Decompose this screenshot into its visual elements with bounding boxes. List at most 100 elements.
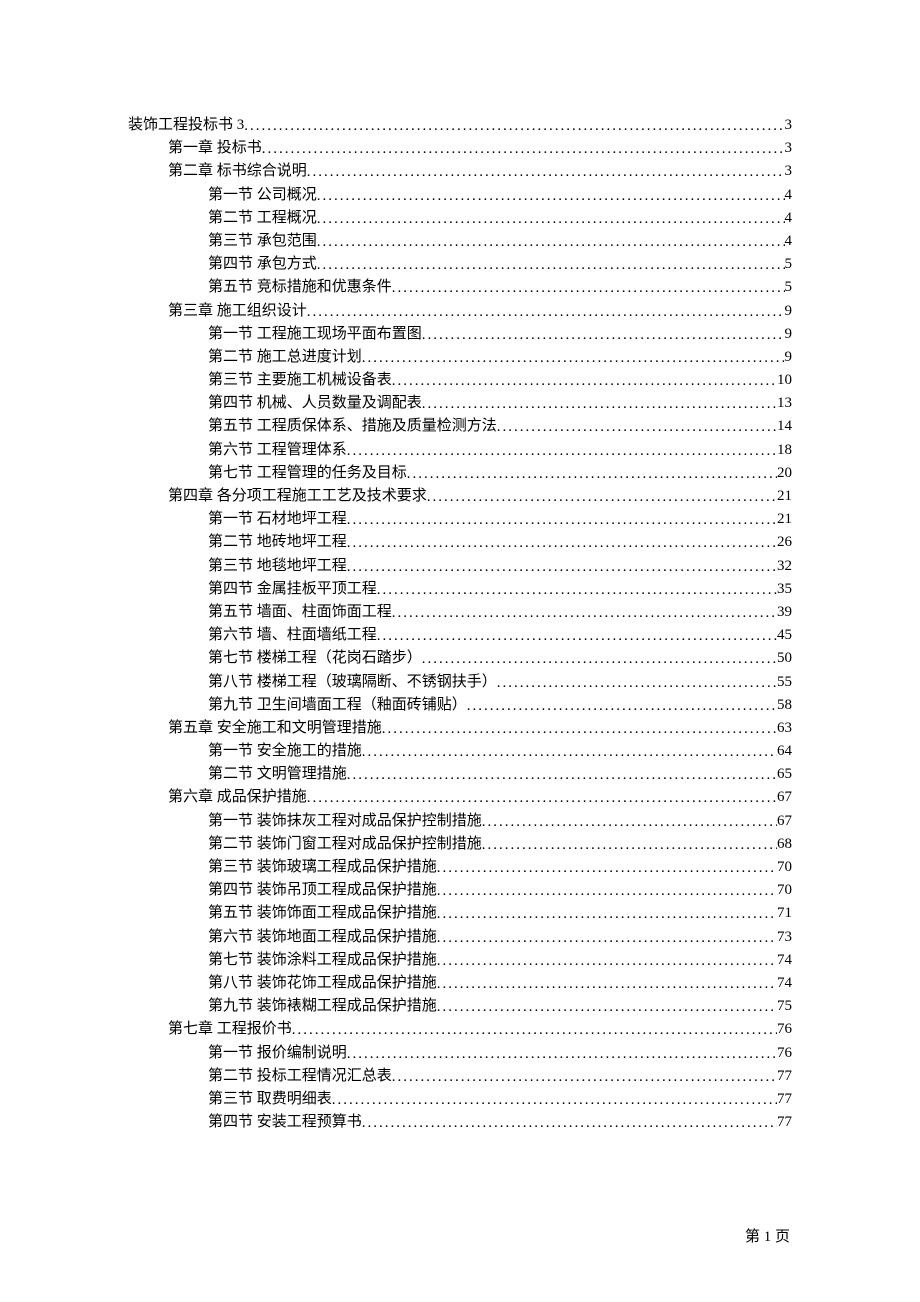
toc-label: 第六节 工程管理体系 bbox=[208, 443, 347, 458]
toc-row: 第七节 工程管理的任务及目标20 bbox=[128, 466, 792, 481]
toc-row: 第一节 公司概况4 bbox=[128, 188, 792, 203]
toc-leader-dots bbox=[377, 629, 777, 644]
toc-row: 第三节 主要施工机械设备表 10 bbox=[128, 373, 792, 388]
toc-label: 第四节 装饰吊顶工程成品保护措施 bbox=[208, 883, 437, 898]
toc-row: 第六节 墙、柱面墙纸工程45 bbox=[128, 628, 792, 643]
toc-row: 第五节 装饰饰面工程成品保护措施71 bbox=[128, 906, 792, 921]
toc-leader-dots bbox=[482, 838, 777, 853]
toc-row: 第三节 地毯地坪工程 32 bbox=[128, 559, 792, 574]
toc-label: 第二节 装饰门窗工程对成品保护控制措施 bbox=[208, 837, 482, 852]
table-of-contents: 装饰工程投标书 33第一章 投标书3第二章 标书综合说明3第一节 公司概况4第二… bbox=[128, 118, 792, 1130]
toc-row: 第四章 各分项工程施工工艺及技术要求21 bbox=[128, 489, 792, 504]
toc-row: 第六节 工程管理体系 18 bbox=[128, 443, 792, 458]
toc-page-number: 68 bbox=[777, 837, 792, 852]
toc-page-number: 77 bbox=[777, 1115, 792, 1130]
toc-row: 第七章 工程报价书76 bbox=[128, 1022, 792, 1037]
toc-page-number: 32 bbox=[777, 559, 792, 574]
toc-label: 第八节 楼梯工程（玻璃隔断、不锈钢扶手） bbox=[208, 675, 497, 690]
toc-label: 装饰工程投标书 3 bbox=[128, 118, 244, 133]
toc-label: 第六节 墙、柱面墙纸工程 bbox=[208, 628, 377, 643]
toc-page-number: 4 bbox=[785, 211, 793, 226]
toc-leader-dots bbox=[307, 305, 785, 320]
toc-row: 第一章 投标书3 bbox=[128, 141, 792, 156]
toc-label: 第六章 成品保护措施 bbox=[168, 790, 307, 805]
toc-label: 第二节 文明管理措施 bbox=[208, 767, 347, 782]
toc-page-number: 64 bbox=[777, 744, 792, 759]
toc-label: 第四节 金属挂板平顶工程 bbox=[208, 582, 377, 597]
toc-leader-dots bbox=[347, 768, 777, 783]
toc-row: 第六章 成品保护措施67 bbox=[128, 790, 792, 805]
toc-label: 第七节 楼梯工程（花岗石踏步） bbox=[208, 651, 422, 666]
toc-row: 第一节 工程施工现场平面布置图9 bbox=[128, 327, 792, 342]
toc-label: 第三节 地毯地坪工程 bbox=[208, 559, 347, 574]
toc-page-number: 13 bbox=[777, 396, 792, 411]
toc-leader-dots bbox=[347, 513, 777, 528]
toc-row: 第八节 楼梯工程（玻璃隔断、不锈钢扶手） 55 bbox=[128, 675, 792, 690]
toc-label: 第五章 安全施工和文明管理措施 bbox=[168, 721, 382, 736]
toc-label: 第一节 石材地坪工程 bbox=[208, 512, 347, 527]
toc-leader-dots bbox=[347, 560, 777, 575]
toc-page-number: 9 bbox=[785, 350, 793, 365]
toc-page-number: 70 bbox=[777, 860, 792, 875]
toc-leader-dots bbox=[437, 884, 777, 899]
toc-row: 第三节 取费明细表 77 bbox=[128, 1092, 792, 1107]
toc-row: 第五节 竞标措施和优惠条件5 bbox=[128, 280, 792, 295]
toc-label: 第二节 地砖地坪工程 bbox=[208, 535, 347, 550]
toc-leader-dots bbox=[467, 699, 777, 714]
toc-leader-dots bbox=[347, 444, 777, 459]
toc-label: 第二节 投标工程情况汇总表 bbox=[208, 1069, 392, 1084]
toc-page-number: 18 bbox=[777, 443, 792, 458]
toc-label: 第二节 工程概况 bbox=[208, 211, 317, 226]
toc-leader-dots bbox=[362, 745, 777, 760]
toc-label: 第四章 各分项工程施工工艺及技术要求 bbox=[168, 489, 427, 504]
toc-leader-dots bbox=[392, 1070, 777, 1085]
toc-leader-dots bbox=[392, 281, 785, 296]
toc-page-number: 70 bbox=[777, 883, 792, 898]
toc-page-number: 55 bbox=[777, 675, 792, 690]
toc-page-number: 67 bbox=[777, 814, 792, 829]
toc-page-number: 77 bbox=[777, 1092, 792, 1107]
toc-label: 第三节 主要施工机械设备表 bbox=[208, 373, 392, 388]
toc-leader-dots bbox=[437, 1000, 777, 1015]
toc-page-number: 35 bbox=[777, 582, 792, 597]
toc-leader-dots bbox=[422, 397, 777, 412]
toc-label: 第九节 装饰裱糊工程成品保护措施 bbox=[208, 999, 437, 1014]
toc-page-number: 4 bbox=[785, 234, 793, 249]
toc-row: 第九节 卫生间墙面工程（釉面砖铺贴）58 bbox=[128, 698, 792, 713]
toc-row: 第四节 安装工程预算书77 bbox=[128, 1115, 792, 1130]
toc-row: 装饰工程投标书 33 bbox=[128, 118, 792, 133]
toc-row: 第五章 安全施工和文明管理措施63 bbox=[128, 721, 792, 736]
toc-row: 第三节 承包范围 4 bbox=[128, 234, 792, 249]
toc-leader-dots bbox=[422, 652, 777, 667]
toc-row: 第三章 施工组织设计 9 bbox=[128, 304, 792, 319]
toc-label: 第五节 墙面、柱面饰面工程 bbox=[208, 605, 392, 620]
toc-leader-dots bbox=[307, 165, 785, 180]
toc-page-number: 76 bbox=[777, 1022, 792, 1037]
toc-leader-dots bbox=[362, 1116, 777, 1131]
toc-label: 第一节 报价编制说明 bbox=[208, 1046, 347, 1061]
toc-leader-dots bbox=[362, 351, 785, 366]
toc-label: 第一节 装饰抹灰工程对成品保护控制措施 bbox=[208, 814, 482, 829]
toc-page-number: 58 bbox=[777, 698, 792, 713]
toc-leader-dots bbox=[317, 212, 785, 227]
toc-label: 第六节 装饰地面工程成品保护措施 bbox=[208, 930, 437, 945]
toc-row: 第一节 报价编制说明76 bbox=[128, 1046, 792, 1061]
toc-leader-dots bbox=[427, 490, 777, 505]
toc-row: 第二节 地砖地坪工程26 bbox=[128, 535, 792, 550]
toc-label: 第三章 施工组织设计 bbox=[168, 304, 307, 319]
toc-page-number: 74 bbox=[777, 976, 792, 991]
toc-label: 第一章 投标书 bbox=[168, 141, 262, 156]
toc-page-number: 9 bbox=[785, 304, 793, 319]
toc-page-number: 21 bbox=[777, 512, 792, 527]
toc-row: 第八节 装饰花饰工程成品保护措施74 bbox=[128, 976, 792, 991]
toc-leader-dots bbox=[407, 467, 777, 482]
toc-leader-dots bbox=[382, 722, 777, 737]
toc-leader-dots bbox=[347, 1047, 777, 1062]
toc-label: 第七节 工程管理的任务及目标 bbox=[208, 466, 407, 481]
toc-label: 第三节 取费明细表 bbox=[208, 1092, 332, 1107]
toc-page-number: 10 bbox=[777, 373, 792, 388]
toc-page-number: 74 bbox=[777, 953, 792, 968]
toc-label: 第三节 装饰玻璃工程成品保护措施 bbox=[208, 860, 437, 875]
toc-page-number: 39 bbox=[777, 605, 792, 620]
toc-label: 第三节 承包范围 bbox=[208, 234, 317, 249]
